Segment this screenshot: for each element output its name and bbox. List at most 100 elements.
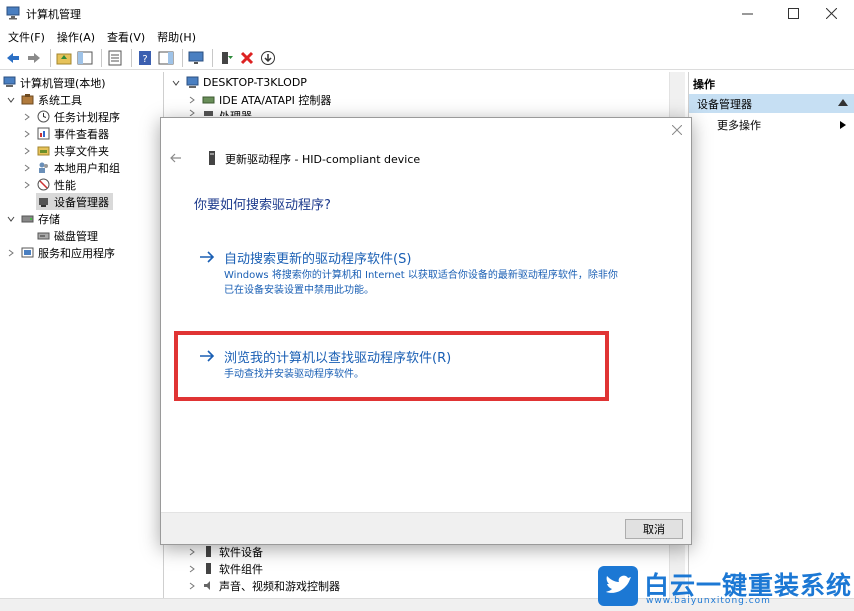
show-tree-button[interactable] [76, 49, 94, 67]
tree-item-system-tools[interactable]: 系统工具 [6, 91, 82, 108]
device-label: 声音、视频和游戏控制器 [219, 579, 340, 593]
cancel-button[interactable]: 取消 [625, 519, 683, 539]
uninstall-button[interactable] [238, 49, 256, 67]
tree-label: 计算机管理(本地) [20, 76, 106, 90]
tree-item-services-apps[interactable]: 服务和应用程序 [6, 244, 115, 261]
tools-icon [20, 93, 34, 107]
chevron-right-icon[interactable] [187, 564, 197, 574]
device-tree-ide[interactable]: IDE ATA/ATAPI 控制器 [187, 91, 331, 108]
actions-header: 操作 [693, 78, 715, 91]
dialog-back-button[interactable] [169, 151, 183, 165]
auto-search-description: Windows 将搜索你的计算机和 Internet 以获取适合你设备的最新驱动… [224, 270, 618, 296]
device-tree-computer[interactable]: DESKTOP-T3KLODP [171, 74, 307, 91]
ide-controller-icon [201, 93, 215, 107]
tree-item-disk-management[interactable]: 磁盘管理 [36, 227, 98, 244]
chevron-right-icon[interactable] [187, 108, 197, 116]
tree-label: 本地用户和组 [54, 161, 120, 175]
actions-section-device-manager[interactable]: 设备管理器 [689, 94, 854, 113]
chevron-right-icon[interactable] [6, 248, 16, 258]
tree-label: 共享文件夹 [54, 144, 109, 158]
back-button[interactable] [4, 49, 22, 67]
svg-text:?: ? [142, 54, 147, 65]
tree-label: 任务计划程序 [54, 110, 120, 124]
more-actions-item[interactable]: 更多操作 [689, 116, 854, 134]
update-driver-dialog: 更新驱动程序 - HID-compliant device 你要如何搜索驱动程序… [160, 117, 692, 545]
services-icon [20, 246, 34, 260]
tree-item-local-users[interactable]: 本地用户和组 [22, 159, 120, 176]
red-x-icon [240, 51, 254, 64]
update-driver-button[interactable] [217, 49, 235, 67]
chevron-right-icon[interactable] [187, 95, 197, 105]
tree-item-performance[interactable]: 性能 [22, 176, 76, 193]
tree-item-storage[interactable]: 存储 [6, 210, 60, 227]
tree-item-device-manager[interactable]: 设备管理器 [36, 193, 113, 210]
device-tree-sound[interactable]: 声音、视频和游戏控制器 [187, 577, 340, 594]
device-tree-software-devices[interactable]: 软件设备 [187, 543, 263, 560]
software-component-icon [201, 562, 215, 576]
action-pane-button[interactable] [157, 49, 175, 67]
device-label: 软件组件 [219, 562, 263, 576]
browse-computer-description: 手动查找并安装驱动程序软件。 [224, 369, 364, 380]
chevron-right-icon[interactable] [22, 163, 32, 173]
menu-file[interactable]: 文件(F) [4, 26, 49, 46]
disk-icon [36, 229, 50, 243]
monitor-button[interactable] [187, 49, 205, 67]
chevron-right-icon[interactable] [22, 180, 32, 190]
menu-bar: 文件(F) 操作(A) 查看(V) 帮助(H) [0, 26, 854, 46]
chevron-down-icon[interactable] [6, 95, 16, 105]
submenu-arrow-icon [840, 121, 846, 129]
scan-hardware-button[interactable] [259, 49, 277, 67]
minimize-button[interactable] [724, 0, 770, 26]
title-bar: 计算机管理 [0, 0, 854, 26]
chevron-right-icon[interactable] [22, 129, 32, 139]
chevron-right-icon[interactable] [22, 112, 32, 122]
auto-search-option[interactable]: 自动搜索更新的驱动程序软件(S) Windows 将搜索你的计算机和 Inter… [199, 248, 619, 298]
forward-arrow-icon [28, 52, 40, 63]
tree-item-task-scheduler[interactable]: 任务计划程序 [22, 108, 120, 125]
device-label: IDE ATA/ATAPI 控制器 [219, 93, 332, 107]
storage-icon [20, 212, 34, 226]
toolbar-separator [50, 48, 51, 67]
clock-icon [36, 110, 50, 124]
chevron-right-icon[interactable] [187, 547, 197, 557]
event-viewer-icon [36, 127, 50, 141]
tree-label: 设备管理器 [54, 195, 109, 209]
tree-item-event-viewer[interactable]: 事件查看器 [22, 125, 109, 142]
toolbar: ? [0, 46, 854, 70]
menu-action[interactable]: 操作(A) [53, 26, 99, 46]
computer-management-icon [6, 6, 20, 20]
folder-up-icon [56, 53, 72, 64]
menu-view[interactable]: 查看(V) [103, 26, 149, 46]
collapse-triangle-icon[interactable] [838, 99, 848, 106]
close-button[interactable] [808, 0, 854, 26]
console-tree-pane: 计算机管理(本地) 系统工具 任务计划程序 事件查看器 共享文件夹 本地用户和组… [0, 72, 164, 598]
forward-button[interactable] [25, 49, 43, 67]
processor-icon [201, 108, 215, 116]
dialog-close-button[interactable] [669, 122, 685, 138]
menu-help[interactable]: 帮助(H) [153, 26, 200, 46]
download-circle-icon [261, 50, 275, 65]
tree-item-shared-folders[interactable]: 共享文件夹 [22, 142, 109, 159]
chevron-right-icon[interactable] [187, 581, 197, 591]
tree-label: 存储 [38, 212, 60, 226]
toolbar-separator [182, 48, 183, 67]
device-tree-processor[interactable]: 处理器 [187, 108, 252, 116]
device-tree-software-components[interactable]: 软件组件 [187, 560, 263, 577]
toolbar-separator [212, 48, 213, 67]
properties-button[interactable] [106, 49, 124, 67]
chevron-right-icon[interactable] [22, 146, 32, 156]
help-button[interactable]: ? [136, 49, 154, 67]
chevron-down-icon[interactable] [6, 214, 16, 224]
bird-logo-icon [598, 566, 638, 606]
up-folder-button[interactable] [55, 49, 73, 67]
device-label: 处理器 [219, 108, 252, 116]
back-arrow-icon [7, 52, 19, 63]
toolbar-separator [101, 48, 102, 67]
window-title: 计算机管理 [26, 8, 81, 21]
tree-item-root[interactable]: 计算机管理(本地) [2, 74, 106, 91]
back-arrow-icon [170, 153, 181, 163]
more-actions-label: 更多操作 [717, 119, 761, 132]
chevron-down-icon[interactable] [171, 78, 181, 88]
browse-computer-option[interactable]: 浏览我的计算机以查找驱动程序软件(R) 手动查找并安装驱动程序软件。 [199, 347, 619, 387]
properties-icon [108, 50, 122, 65]
